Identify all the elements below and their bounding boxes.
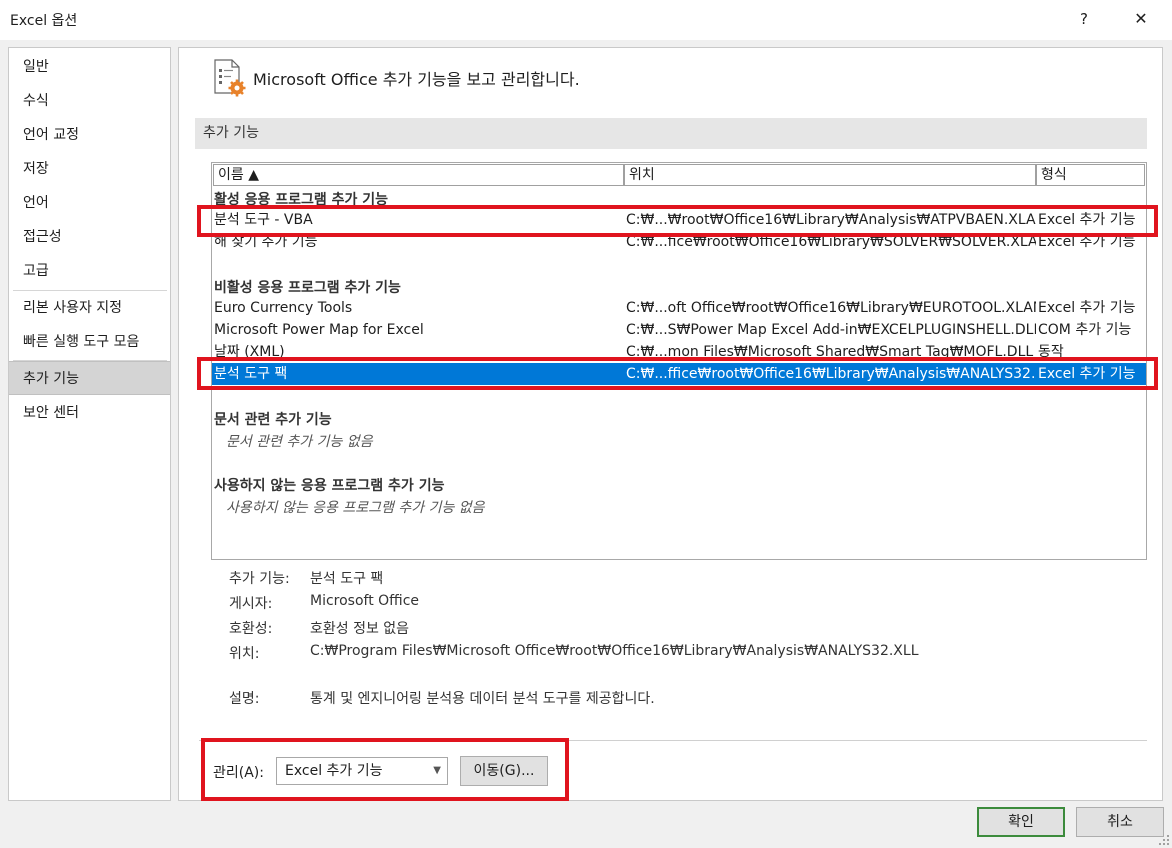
title-bar: Excel 옵션 ? ✕: [0, 0, 1172, 40]
column-header-name[interactable]: 이름 ▲: [213, 164, 624, 186]
sidebar-item-addins[interactable]: 추가 기능: [9, 361, 170, 395]
detail-desc-label: 설명:: [229, 691, 260, 707]
chevron-down-icon: ▼: [433, 765, 441, 776]
addin-name: Euro Currency Tools: [214, 300, 353, 316]
detail-addin-label: 추가 기능:: [229, 571, 290, 587]
sidebar-item-language[interactable]: 언어: [9, 186, 170, 220]
list-item[interactable]: Microsoft Power Map for Excel C:₩...S₩Po…: [212, 319, 1146, 341]
manage-label: 관리(A):: [213, 765, 264, 781]
cancel-button[interactable]: 취소: [1076, 807, 1164, 837]
group-title-inactive: 비활성 응용 프로그램 추가 기능: [214, 280, 401, 296]
manage-select[interactable]: Excel 추가 기능 ▼: [276, 757, 448, 785]
help-button[interactable]: ?: [1072, 6, 1096, 32]
empty-message: 사용하지 않는 응용 프로그램 추가 기능 없음: [226, 500, 485, 516]
close-icon[interactable]: ✕: [1126, 6, 1156, 32]
window-title: Excel 옵션: [10, 13, 78, 29]
detail-publisher-value: Microsoft Office: [310, 593, 420, 609]
sidebar-item-accessibility[interactable]: 접근성: [9, 220, 170, 254]
empty-message: 문서 관련 추가 기능 없음: [226, 434, 373, 450]
addins-gear-icon: [214, 59, 246, 97]
addin-location: C:₩...mon Files₩Microsoft Shared₩Smart T…: [626, 344, 1034, 360]
column-header-type[interactable]: 형식: [1036, 164, 1145, 186]
detail-location-label: 위치:: [229, 646, 260, 662]
addin-location: C:₩...₩root₩Office16₩Library₩Analysis₩AT…: [626, 212, 1036, 228]
sidebar-item-save[interactable]: 저장: [9, 152, 170, 186]
divider: [199, 740, 1147, 741]
sidebar-item-trust-center[interactable]: 보안 센터: [9, 396, 170, 430]
go-button[interactable]: 이동(G)...: [460, 756, 548, 786]
addin-name: 분석 도구 팩: [214, 366, 288, 382]
column-header-location[interactable]: 위치: [624, 164, 1036, 186]
addin-name: Microsoft Power Map for Excel: [214, 322, 424, 338]
addin-type: 동작: [1038, 344, 1064, 360]
page-header: Microsoft Office 추가 기능을 보고 관리합니다.: [253, 70, 580, 89]
section-title: 추가 기능: [195, 118, 1147, 149]
addin-type: Excel 추가 기능: [1038, 366, 1136, 382]
addin-type: Excel 추가 기능: [1038, 300, 1136, 316]
sidebar: 일반 수식 언어 교정 저장 언어 접근성 고급 리본 사용자 지정 빠른 실행…: [8, 47, 171, 801]
detail-compat-value: 호환성 정보 없음: [310, 621, 410, 637]
list-item[interactable]: 분석 도구 - VBA C:₩...₩root₩Office16₩Library…: [212, 209, 1146, 231]
list-item-selected[interactable]: 분석 도구 팩 C:₩...ffice₩root₩Office16₩Librar…: [212, 363, 1146, 385]
sidebar-item-proofing[interactable]: 언어 교정: [9, 118, 170, 152]
detail-compat-label: 호환성:: [229, 621, 273, 637]
sidebar-item-formulas[interactable]: 수식: [9, 84, 170, 118]
detail-addin-value: 분석 도구 팩: [310, 571, 384, 587]
group-title-active: 활성 응용 프로그램 추가 기능: [214, 192, 389, 208]
addin-name: 분석 도구 - VBA: [214, 212, 313, 228]
addin-type: Excel 추가 기능: [1038, 234, 1136, 250]
addin-type: Excel 추가 기능: [1038, 212, 1136, 228]
main-panel: Microsoft Office 추가 기능을 보고 관리합니다. 추가 기능 …: [178, 47, 1163, 801]
detail-location-value: C:₩Program Files₩Microsoft Office₩root₩O…: [310, 643, 919, 659]
resize-grip-icon[interactable]: [1158, 834, 1170, 846]
group-title-disabled: 사용하지 않는 응용 프로그램 추가 기능: [214, 478, 445, 494]
sidebar-item-advanced[interactable]: 고급: [9, 254, 170, 288]
list-item[interactable]: 날짜 (XML) C:₩...mon Files₩Microsoft Share…: [212, 341, 1146, 363]
addins-list[interactable]: 이름 ▲ 위치 형식 활성 응용 프로그램 추가 기능 분석 도구 - VBA …: [211, 162, 1147, 560]
manage-select-value: Excel 추가 기능: [285, 763, 383, 779]
addin-type: COM 추가 기능: [1038, 322, 1132, 338]
list-item[interactable]: 해 찾기 추가 기능 C:₩...fice₩root₩Office16₩Libr…: [212, 231, 1146, 253]
sidebar-item-general[interactable]: 일반: [9, 50, 170, 84]
addin-name: 날짜 (XML): [214, 344, 285, 360]
list-item[interactable]: Euro Currency Tools C:₩...oft Office₩roo…: [212, 297, 1146, 319]
group-title-document: 문서 관련 추가 기능: [214, 412, 332, 428]
sidebar-item-customize-ribbon[interactable]: 리본 사용자 지정: [9, 291, 170, 325]
detail-desc-value: 통계 및 엔지니어링 분석용 데이터 분석 도구를 제공합니다.: [310, 691, 655, 707]
detail-publisher-label: 게시자:: [229, 596, 273, 612]
sidebar-item-quick-access-toolbar[interactable]: 빠른 실행 도구 모음: [9, 325, 170, 359]
addin-location: C:₩...oft Office₩root₩Office16₩Library₩E…: [626, 300, 1036, 316]
addin-location: C:₩...S₩Power Map Excel Add-in₩EXCELPLUG…: [626, 322, 1036, 338]
ok-button[interactable]: 확인: [977, 807, 1065, 837]
addin-location: C:₩...fice₩root₩Office16₩Library₩SOLVER₩…: [626, 234, 1036, 250]
addin-location: C:₩...ffice₩root₩Office16₩Library₩Analys…: [626, 366, 1036, 382]
addin-name: 해 찾기 추가 기능: [214, 234, 318, 250]
